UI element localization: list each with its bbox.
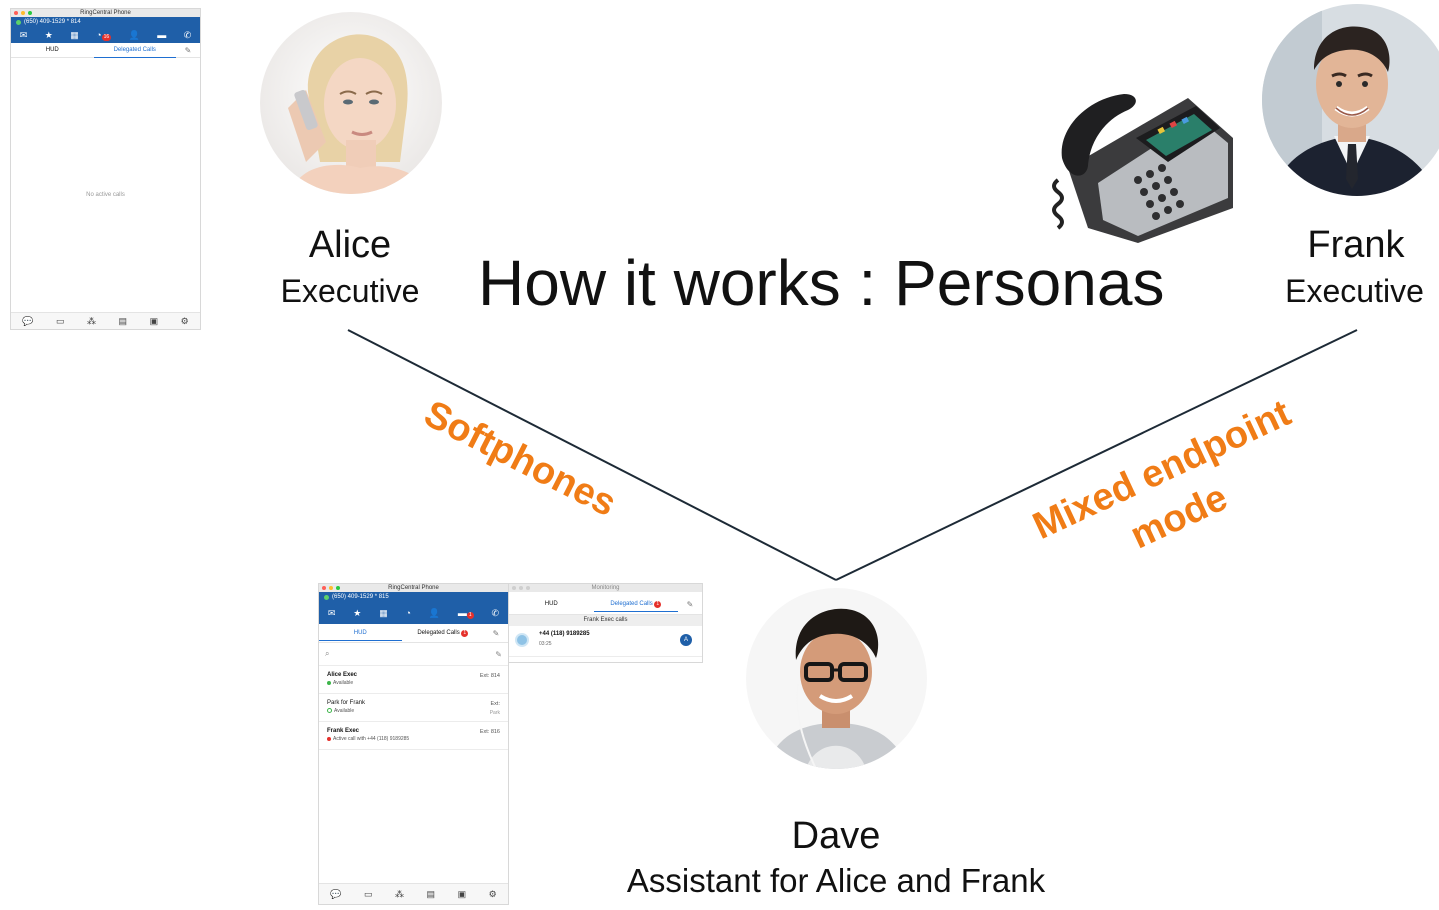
window-titlebar: RingCentral Phone [319,584,508,592]
phone-bottom-bar: 💬 ▭ ⁂ ▤ ▣ ⚙ [319,883,508,904]
delegated-badge: 1 [461,630,469,637]
dave-phone-window: RingCentral Phone (650) 409-1529 * 815 ✉… [318,583,509,905]
tab-delegated-calls[interactable]: Delegated Calls 1 [593,597,678,612]
favorites-icon[interactable]: ★ [353,608,361,619]
phone-number: (650) 409-1529 * 815 [319,592,508,602]
dave-name: Dave [791,815,881,857]
contact-row[interactable]: Frank Exec Active call with +44 (118) 91… [319,722,508,750]
chat-icon[interactable]: ▬ 1 [458,608,474,619]
tab-delegated-calls-label: Delegated Calls [417,630,460,636]
window-title: Monitoring [591,585,620,591]
contact-ext: Ext: 814 [479,673,500,679]
notes-icon[interactable]: ▤ [427,889,436,900]
maximize-icon[interactable] [336,586,340,590]
activity-icon[interactable]: ◔ [406,608,411,618]
minimize-icon[interactable] [519,586,523,590]
contact-ext: Ext: 816 [479,729,500,735]
contact-status: Available [327,680,508,686]
settings-gear-icon[interactable]: ⚙ [489,889,497,900]
contact-status-text: Active call with +44 (118) 9189285 [333,736,410,742]
tab-hud[interactable]: HUD [509,597,594,611]
phone-tabs: HUD Delegated Calls 1 ✎ [319,624,508,643]
window-title: RingCentral Phone [388,585,439,591]
call-row[interactable]: +44 (118) 9189285 03:25 A [509,626,702,657]
available-ring [327,708,332,714]
close-icon[interactable] [512,586,516,590]
dialpad-icon[interactable]: ▣ [458,889,467,900]
tab-delegated-calls-label: Delegated Calls [610,600,653,607]
contacts-icon[interactable]: 👤 [429,608,440,619]
delegated-badge: 1 [654,600,662,608]
contact-status: Available [327,708,508,714]
contact-status-text: Available [333,680,354,686]
contact-row[interactable]: Alice Exec Available Ext: 814 [319,666,508,694]
compose-icon[interactable]: ✎ [678,600,702,609]
contact-status-text: Available [334,708,355,714]
presence-dot [324,594,329,600]
search-icon: ⌕ [325,649,330,658]
on-call-dot [327,736,331,741]
search-bar[interactable]: ⌕ ✎ [319,643,508,666]
org-chart-icon[interactable]: ⁂ [395,889,404,900]
monitoring-tabs: HUD Delegated Calls 1 ✎ [509,594,702,615]
assignee-badge[interactable]: A [680,634,692,646]
maximize-icon[interactable] [526,586,530,590]
dave-avatar [746,588,927,769]
frank-to-dave-line [835,329,1358,581]
chat-badge: 1 [466,611,474,619]
chat-bubble-icon[interactable]: 💬 [330,889,341,900]
caller-avatar-icon [515,633,529,647]
close-icon[interactable] [322,586,326,590]
calendar-icon[interactable]: ▦ [379,608,388,619]
window-traffic-lights[interactable] [322,586,340,590]
park-label: Park [489,710,500,716]
minimize-icon[interactable] [329,586,333,590]
phone-header: (650) 409-1529 * 815 ✉ ★ ▦ ◔ 👤 ▬ 1 ✆ [319,592,508,624]
phone-nav-icons: ✉ ★ ▦ ◔ 👤 ▬ 1 ✆ [319,602,508,624]
phone-icon[interactable]: ✆ [491,608,499,619]
section-header: Frank Exec calls [509,615,702,626]
dave-role: Assistant for Alice and Frank [626,862,1046,899]
contact-ext: Ext: [490,701,500,707]
call-number: +44 (118) 9189285 [539,631,590,637]
message-icon[interactable]: ✉ [328,608,336,619]
compose-icon[interactable]: ✎ [484,629,508,638]
phone-number-text: (650) 409-1529 * 815 [332,594,389,600]
contact-name: Park for Frank [327,700,366,706]
alice-to-dave-line [347,329,837,581]
window-traffic-lights[interactable] [512,586,530,590]
contact-row[interactable]: Park for Frank Available Ext: Park [319,694,508,722]
window-titlebar: Monitoring [509,584,702,592]
edit-icon[interactable]: ✎ [495,650,502,659]
contact-status: Active call with +44 (118) 9189285 [327,736,508,742]
tab-delegated-calls[interactable]: Delegated Calls 1 [402,626,485,640]
monitoring-window: Monitoring HUD Delegated Calls 1 ✎ Frank… [509,583,703,663]
call-duration: 03:25 [539,641,552,647]
video-icon[interactable]: ▭ [364,889,373,900]
tab-hud[interactable]: HUD [319,626,402,641]
available-dot [327,680,331,685]
